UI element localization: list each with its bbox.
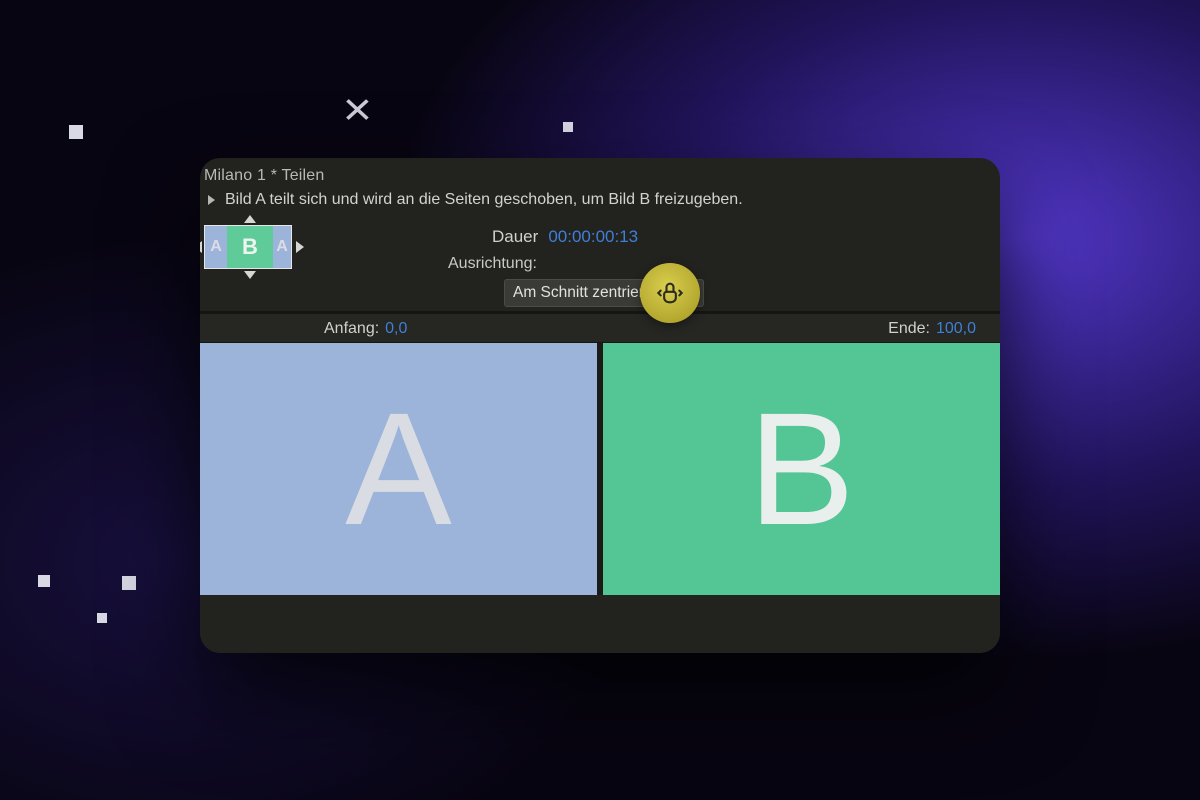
arrow-left-icon[interactable] [200, 241, 202, 253]
cursor-highlight-icon [640, 263, 700, 323]
thumb-letter-b: B [227, 226, 273, 268]
transition-preview: A B [200, 343, 1000, 595]
range-start-value[interactable]: 0,0 [385, 320, 407, 338]
alignment-label: Ausrichtung: [448, 255, 992, 273]
preview-frame-a: A [200, 343, 597, 595]
decor-square [38, 575, 50, 587]
transition-settings-panel: Milano 1 * Teilen Bild A teilt sich und … [200, 158, 1000, 653]
transition-direction-thumbnail[interactable]: A B A [204, 225, 292, 281]
range-end-value[interactable]: 100,0 [936, 320, 976, 338]
decor-square [97, 613, 107, 623]
transition-description: Bild A teilt sich und wird an die Seiten… [225, 191, 743, 209]
arrow-right-icon[interactable] [296, 241, 304, 253]
thumb-letter-a: A [205, 226, 227, 268]
alignment-selected: Am Schnitt zentrieren [513, 284, 661, 302]
preview-frame-b: B [603, 343, 1000, 595]
decor-x-icon: × [343, 82, 373, 136]
decor-square [122, 576, 136, 590]
preview-letter-a: A [345, 389, 452, 549]
decor-square [563, 122, 573, 132]
thumb-letter-a: A [273, 226, 291, 268]
range-row: Anfang: 0,0 Ende: 100,0 [200, 313, 1000, 343]
arrow-up-icon[interactable] [244, 215, 256, 223]
range-start-label: Anfang: [324, 320, 379, 338]
duration-value[interactable]: 00:00:00:13 [548, 227, 638, 247]
arrow-down-icon[interactable] [244, 271, 256, 279]
breadcrumb: Milano 1 * Teilen [204, 167, 990, 185]
preview-letter-b: B [748, 389, 855, 549]
disclosure-triangle-icon[interactable] [208, 195, 215, 205]
duration-label: Dauer [492, 227, 538, 247]
range-end-label: Ende: [888, 320, 930, 338]
decor-square [69, 125, 83, 139]
